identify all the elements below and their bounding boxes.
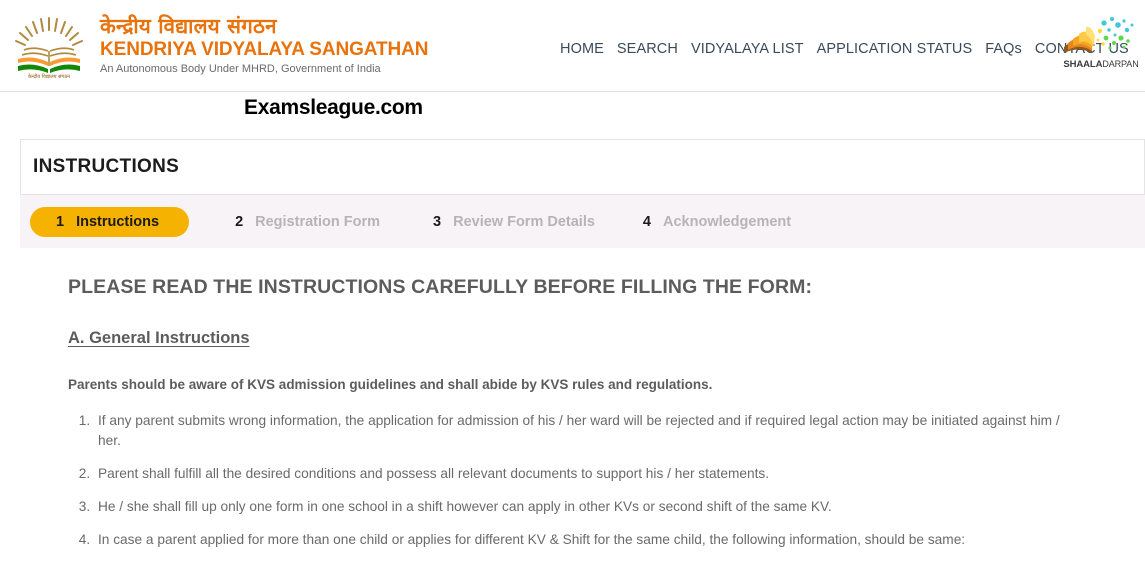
step-2-number: 2 (235, 213, 244, 230)
step-1-label: Instructions (76, 213, 160, 230)
list-item: Parent shall fulfill all the desired con… (94, 464, 1085, 485)
site-header: केन्द्रीय विद्यालय संगठन केन्द्रीय विद्य… (0, 0, 1145, 92)
step-1-number: 1 (56, 213, 65, 230)
list-item: If any parent submits wrong information,… (94, 411, 1085, 453)
shaala-darpan-book-icon (1064, 17, 1134, 53)
brand-block: केन्द्रीय विद्यालय संगठन केन्द्रीय विद्य… (0, 10, 428, 82)
step-acknowledgement[interactable]: 4 Acknowledgement (643, 214, 791, 230)
nav-item-application-status[interactable]: APPLICATION STATUS (817, 41, 973, 57)
step-registration-form[interactable]: 2 Registration Form (235, 214, 380, 230)
nav-item-search[interactable]: SEARCH (617, 41, 678, 57)
nav-item-home[interactable]: HOME (560, 41, 604, 57)
brand-text: केन्द्रीय विद्यालय संगठन KENDRIYA VIDYAL… (100, 13, 428, 78)
brand-subtitle: An Autonomous Body Under MHRD, Governmen… (100, 63, 381, 76)
step-3-label: Review Form Details (453, 213, 595, 230)
section-heading-general-instructions: A. General Instructions (68, 329, 250, 347)
darpan-thin-text: DARPAN (1102, 59, 1139, 69)
progress-stepper: 1 Instructions 2 Registration Form 3 Rev… (20, 195, 1145, 248)
watermark-text: Examsleague.com (244, 96, 423, 119)
instructions-card-header: INSTRUCTIONS (20, 139, 1145, 195)
list-item: He / she shall fill up only one form in … (94, 497, 1085, 518)
nav-item-vidyalaya-list[interactable]: VIDYALAYA LIST (691, 41, 804, 57)
step-4-label: Acknowledgement (663, 213, 792, 230)
step-3-number: 3 (433, 213, 442, 230)
instructions-content: PLEASE READ THE INSTRUCTIONS CAREFULLY B… (20, 248, 1145, 563)
step-instructions[interactable]: 1 Instructions (30, 206, 190, 237)
content-main-heading: PLEASE READ THE INSTRUCTIONS CAREFULLY B… (68, 276, 813, 298)
brand-hindi-title: केन्द्रीय विद्यालय संगठन (100, 14, 277, 39)
main-navigation: HOME SEARCH VIDYALAYA LIST APPLICATION S… (560, 41, 1129, 57)
general-instructions-list: If any parent submits wrong information,… (68, 411, 1085, 551)
lead-note: Parents should be aware of KVS admission… (68, 377, 713, 392)
brand-english-title: KENDRIYA VIDYALAYA SANGATHAN (100, 38, 429, 60)
step-4-number: 4 (642, 213, 651, 230)
list-item: In case a parent applied for more than o… (94, 530, 1085, 551)
shaala-darpan-logo[interactable]: SHAALADARPAN (1060, 13, 1142, 81)
step-2-label: Registration Form (255, 213, 381, 230)
nav-item-faqs[interactable]: FAQs (985, 41, 1022, 57)
kvs-emblem-icon: केन्द्रीय विद्यालय संगठन (15, 16, 83, 80)
darpan-bold-text: SHAALA (1063, 59, 1103, 70)
shaala-darpan-wordmark: SHAALADARPAN (1060, 60, 1142, 70)
step-review-form-details[interactable]: 3 Review Form Details (433, 214, 595, 230)
page-title: INSTRUCTIONS (33, 156, 180, 177)
svg-text:केन्द्रीय विद्यालय संगठन: केन्द्रीय विद्यालय संगठन (28, 73, 71, 80)
